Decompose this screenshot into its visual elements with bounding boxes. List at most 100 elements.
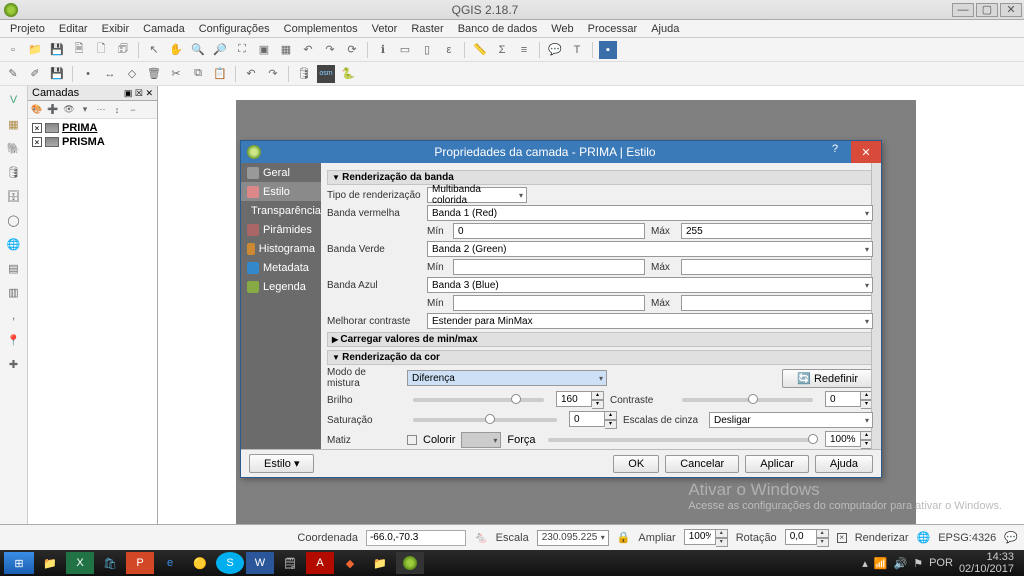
- move-feature-icon[interactable]: ↔: [101, 65, 119, 83]
- section-color-render[interactable]: Renderização da cor: [327, 350, 873, 365]
- reset-button[interactable]: 🔄 Redefinir: [782, 369, 873, 388]
- taskbar-excel[interactable]: X: [66, 552, 94, 574]
- expression-icon[interactable]: ε: [440, 41, 458, 59]
- magnify-value[interactable]: [684, 529, 716, 545]
- menu-complementos[interactable]: Complementos: [278, 21, 364, 37]
- layout-manager-icon[interactable]: 🗊: [114, 41, 132, 59]
- cancel-button[interactable]: Cancelar: [665, 455, 739, 473]
- tray-up-icon[interactable]: ▴: [862, 557, 868, 570]
- pencil-icon[interactable]: ✎: [4, 65, 22, 83]
- saturation-spin[interactable]: ▴▾: [569, 411, 617, 429]
- text-annotation-icon[interactable]: T: [568, 41, 586, 59]
- add-wms-icon[interactable]: 🌐: [4, 234, 24, 254]
- add-postgis-icon[interactable]: 🐘: [4, 138, 24, 158]
- brightness-spin[interactable]: ▴▾: [556, 391, 604, 409]
- blend-mode-combo[interactable]: Diferença: [407, 370, 607, 386]
- layer-add-group-icon[interactable]: ➕: [46, 103, 60, 117]
- sidebar-item-transparencia[interactable]: Transparência: [241, 201, 321, 220]
- crs-icon[interactable]: 🌐: [917, 531, 931, 544]
- cut-icon[interactable]: ✂: [167, 65, 185, 83]
- zoom-out-icon[interactable]: 🔎: [211, 41, 229, 59]
- sidebar-item-metadata[interactable]: Metadata: [241, 258, 321, 277]
- crs-value[interactable]: EPSG:4326: [938, 532, 996, 544]
- add-spatialite-icon[interactable]: 🛢: [4, 162, 24, 182]
- sidebar-item-geral[interactable]: Geral: [241, 163, 321, 182]
- save-as-icon[interactable]: 🗎: [70, 41, 88, 59]
- menu-camada[interactable]: Camada: [137, 21, 191, 37]
- sidebar-item-piramides[interactable]: Pirâmides: [241, 220, 321, 239]
- rotation-spin[interactable]: ▴▾: [785, 529, 829, 547]
- add-feature-icon[interactable]: •: [79, 65, 97, 83]
- zoom-next-icon[interactable]: ↷: [321, 41, 339, 59]
- taskbar-powerpoint[interactable]: P: [126, 552, 154, 574]
- sidebar-item-legenda[interactable]: Legenda: [241, 277, 321, 296]
- add-raster-icon[interactable]: ▦: [4, 114, 24, 134]
- contrast-slider[interactable]: [682, 398, 813, 402]
- taskbar-app[interactable]: ◆: [336, 552, 364, 574]
- taskbar-notepad[interactable]: 🗒: [276, 552, 304, 574]
- layer-row[interactable]: × PRISMA: [30, 135, 155, 149]
- taskbar-adobe[interactable]: A: [306, 552, 334, 574]
- tray-date[interactable]: 02/10/2017: [959, 563, 1014, 575]
- taskbar-chrome[interactable]: 🟡: [186, 552, 214, 574]
- section-load-minmax[interactable]: Carregar valores de min/max: [327, 332, 873, 347]
- select-icon[interactable]: ▭: [396, 41, 414, 59]
- add-gpx-icon[interactable]: 📍: [4, 330, 24, 350]
- layer-filter-icon[interactable]: ▾: [78, 103, 92, 117]
- sidebar-item-histograma[interactable]: Histograma: [241, 239, 321, 258]
- sum-icon[interactable]: Σ: [493, 41, 511, 59]
- new-project-icon[interactable]: ▫: [4, 41, 22, 59]
- delete-icon[interactable]: 🗑: [145, 65, 163, 83]
- layer-row[interactable]: × PRIMA: [30, 121, 155, 135]
- blue-max-input[interactable]: [681, 295, 873, 311]
- taskbar-word[interactable]: W: [246, 552, 274, 574]
- add-oracle-icon[interactable]: ◯: [4, 210, 24, 230]
- menu-banco[interactable]: Banco de dados: [452, 21, 544, 37]
- messages-icon[interactable]: 💬: [1004, 531, 1018, 544]
- contrast-enhance-combo[interactable]: Estender para MinMax: [427, 313, 873, 329]
- tray-time[interactable]: 14:33: [959, 551, 1014, 563]
- rotation-value[interactable]: [785, 529, 817, 545]
- tray-flag-icon[interactable]: ⚑: [913, 557, 923, 570]
- tray-lang[interactable]: POR: [929, 557, 953, 569]
- measure-icon[interactable]: 📏: [471, 41, 489, 59]
- blue-band-combo[interactable]: Banda 3 (Blue): [427, 277, 873, 293]
- start-button[interactable]: ⊞: [4, 552, 34, 574]
- strength-slider[interactable]: [548, 438, 813, 442]
- new-shapefile-icon[interactable]: ✚: [4, 354, 24, 374]
- menu-editar[interactable]: Editar: [53, 21, 94, 37]
- red-max-input[interactable]: [681, 223, 873, 239]
- add-csv-icon[interactable]: ,: [4, 306, 24, 326]
- maximize-button[interactable]: ▢: [976, 3, 998, 17]
- zoom-layer-icon[interactable]: ▣: [255, 41, 273, 59]
- strength-spin[interactable]: ▴▾: [825, 431, 873, 449]
- menu-configuracoes[interactable]: Configurações: [193, 21, 276, 37]
- dialog-close-button[interactable]: ✕: [851, 141, 881, 163]
- layer-collapse-icon[interactable]: ↕: [110, 103, 124, 117]
- style-dropdown-button[interactable]: Estilo ▾: [249, 454, 314, 473]
- colorize-color[interactable]: [461, 432, 501, 448]
- python-icon[interactable]: 🐍: [339, 65, 357, 83]
- tray-volume-icon[interactable]: 🔊: [894, 557, 908, 570]
- undo-icon[interactable]: ↶: [242, 65, 260, 83]
- zoom-full-icon[interactable]: ⛶: [233, 41, 251, 59]
- deselect-icon[interactable]: ▯: [418, 41, 436, 59]
- menu-exibir[interactable]: Exibir: [96, 21, 136, 37]
- dialog-help-button[interactable]: ?: [823, 143, 847, 161]
- taskbar-edge[interactable]: e: [156, 552, 184, 574]
- add-wcs-icon[interactable]: ▤: [4, 258, 24, 278]
- menu-projeto[interactable]: Projeto: [4, 21, 51, 37]
- render-checkbox[interactable]: ×: [837, 533, 847, 543]
- paste-icon[interactable]: 📋: [211, 65, 229, 83]
- panel-controls[interactable]: ▣ ☒ ✕: [124, 88, 153, 99]
- zoom-in-icon[interactable]: 🔍: [189, 41, 207, 59]
- help-button[interactable]: Ajuda: [815, 455, 873, 473]
- identify-icon[interactable]: ℹ: [374, 41, 392, 59]
- bookmarks-icon[interactable]: ▪: [599, 41, 617, 59]
- lock-icon[interactable]: 🔒: [617, 531, 631, 544]
- brightness-slider[interactable]: [413, 398, 544, 402]
- db-icon[interactable]: 🛢: [295, 65, 313, 83]
- section-band-render[interactable]: Renderização da banda: [327, 170, 873, 185]
- contrast-value[interactable]: [825, 391, 861, 407]
- redo-icon[interactable]: ↷: [264, 65, 282, 83]
